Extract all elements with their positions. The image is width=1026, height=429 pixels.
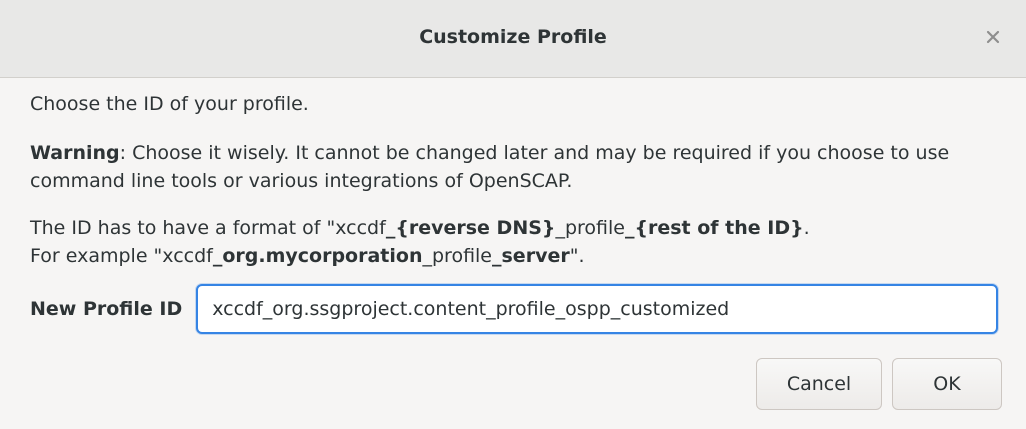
format-line1-suffix: . (803, 217, 810, 239)
format-line2-bold2: _server (492, 245, 570, 267)
ok-button[interactable]: OK (892, 358, 1002, 410)
button-row: Cancel OK (756, 358, 1002, 410)
format-info: The ID has to have a format of "xccdf_{r… (30, 214, 990, 270)
customize-profile-dialog: Customize Profile Choose the ID of your … (0, 0, 1026, 429)
warning-text: Warning: Choose it wisely. It cannot be … (30, 139, 990, 195)
format-line2-prefix: For example "xccdf (30, 245, 213, 267)
intro-text: Choose the ID of your profile. (30, 93, 309, 115)
profile-id-input[interactable] (196, 284, 999, 334)
format-line1-mid: _profile (555, 217, 625, 239)
cancel-button[interactable]: Cancel (756, 358, 882, 410)
format-line1-bold2: _{rest of the ID} (624, 217, 804, 239)
title-bar: Customize Profile (0, 0, 1026, 78)
profile-id-label: New Profile ID (30, 298, 183, 320)
dialog-title: Customize Profile (419, 26, 607, 48)
close-button[interactable] (978, 22, 1008, 52)
format-line2-mid: _profile (422, 245, 492, 267)
format-line1-bold1: _{reverse DNS} (385, 217, 556, 239)
warning-body: : Choose it wisely. It cannot be changed… (30, 142, 950, 192)
format-line2-suffix: ". (569, 245, 585, 267)
format-line1-prefix: The ID has to have a format of "xccdf (30, 217, 386, 239)
format-line2-bold1: _org.mycorporation (212, 245, 423, 267)
warning-label: Warning (30, 142, 120, 164)
profile-id-row: New Profile ID (30, 284, 999, 334)
close-icon (986, 30, 1000, 44)
